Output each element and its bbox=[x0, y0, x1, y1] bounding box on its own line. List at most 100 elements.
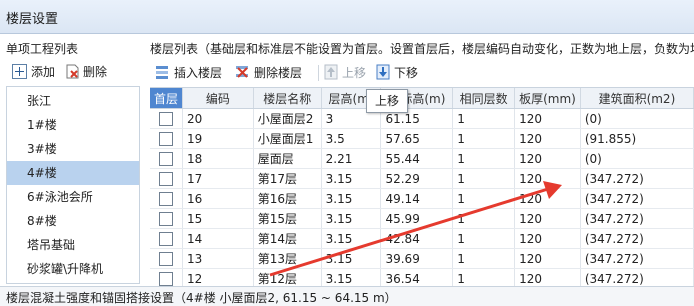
first-floor-checkbox[interactable] bbox=[159, 191, 173, 206]
cell-height[interactable]: 3.15 bbox=[321, 228, 382, 249]
cell-height[interactable]: 2.21 bbox=[321, 148, 382, 169]
cell-area[interactable]: (0) bbox=[580, 108, 694, 129]
building-item[interactable]: 3#楼 bbox=[7, 137, 139, 161]
building-item[interactable]: 塔吊基础 bbox=[7, 233, 139, 257]
cell-thick[interactable]: 120 bbox=[514, 268, 581, 287]
table-row[interactable]: 16 第16层 3.15 49.14 1 120 (347.272) bbox=[150, 188, 694, 209]
cell-same[interactable]: 1 bbox=[452, 168, 516, 189]
table-row[interactable]: 12 第12层 3.15 36.54 1 120 (347.272) bbox=[150, 268, 694, 287]
cell-area[interactable]: (347.272) bbox=[580, 228, 694, 249]
building-item[interactable]: 砂浆罐\升降机 bbox=[7, 257, 139, 281]
table-row[interactable]: 19 小屋面层1 3.5 57.65 1 120 (91.855) bbox=[150, 128, 694, 149]
cell-area[interactable]: (347.272) bbox=[580, 268, 694, 287]
building-item[interactable]: 8#楼 bbox=[7, 209, 139, 233]
cell-area[interactable]: (347.272) bbox=[580, 168, 694, 189]
cell-thick[interactable]: 120 bbox=[514, 168, 581, 189]
cell-height[interactable]: 3.5 bbox=[321, 128, 382, 149]
cell-elev[interactable]: 39.69 bbox=[380, 248, 454, 269]
column-header[interactable]: 首层 bbox=[150, 88, 184, 109]
cell-elev[interactable]: 36.54 bbox=[380, 268, 454, 287]
cell-same[interactable]: 1 bbox=[452, 148, 516, 169]
cell-code[interactable]: 14 bbox=[182, 228, 254, 249]
cell-height[interactable]: 3.15 bbox=[321, 248, 382, 269]
cell-elev[interactable]: 57.65 bbox=[380, 128, 454, 149]
cell-name[interactable]: 第15层 bbox=[253, 208, 322, 229]
cell-area[interactable]: (347.272) bbox=[580, 188, 694, 209]
cell-elev[interactable]: 49.14 bbox=[380, 188, 454, 209]
table-row[interactable]: 15 第15层 3.15 45.99 1 120 (347.272) bbox=[150, 208, 694, 229]
building-item[interactable]: 6#泳池会所 bbox=[7, 185, 139, 209]
delete-button[interactable]: 删除 bbox=[66, 60, 107, 82]
cell-name[interactable]: 小屋面层1 bbox=[253, 128, 322, 149]
first-floor-checkbox[interactable] bbox=[159, 131, 173, 146]
cell-elev[interactable]: 55.44 bbox=[380, 148, 454, 169]
cell-height[interactable]: 3.15 bbox=[321, 168, 382, 189]
first-floor-checkbox[interactable] bbox=[159, 171, 173, 186]
cell-code[interactable]: 20 bbox=[182, 108, 254, 129]
cell-thick[interactable]: 120 bbox=[514, 228, 581, 249]
table-row[interactable]: 20 小屋面层2 3 61.15 1 120 (0) bbox=[150, 108, 694, 129]
move-down-button[interactable]: 下移 bbox=[376, 61, 418, 83]
cell-code[interactable]: 15 bbox=[182, 208, 254, 229]
first-floor-checkbox[interactable] bbox=[159, 111, 173, 126]
cell-same[interactable]: 1 bbox=[452, 188, 516, 209]
cell-code[interactable]: 18 bbox=[182, 148, 254, 169]
cell-thick[interactable]: 120 bbox=[514, 208, 581, 229]
building-item[interactable]: 张江 bbox=[7, 89, 139, 113]
cell-same[interactable]: 1 bbox=[452, 268, 516, 287]
cell-elev[interactable]: 52.29 bbox=[380, 168, 454, 189]
column-header[interactable]: 板厚(mm) bbox=[514, 88, 581, 109]
first-floor-checkbox[interactable] bbox=[159, 211, 173, 226]
cell-height[interactable]: 3.15 bbox=[321, 268, 382, 287]
cell-name[interactable]: 屋面层 bbox=[253, 148, 322, 169]
delete-floor-button[interactable]: 删除楼层 bbox=[234, 61, 302, 83]
cell-same[interactable]: 1 bbox=[452, 208, 516, 229]
column-header[interactable]: 相同层数 bbox=[452, 88, 516, 109]
cell-code[interactable]: 13 bbox=[182, 248, 254, 269]
table-row[interactable]: 13 第13层 3.15 39.69 1 120 (347.272) bbox=[150, 248, 694, 269]
column-header[interactable]: 编码 bbox=[182, 88, 254, 109]
cell-name[interactable]: 第17层 bbox=[253, 168, 322, 189]
cell-code[interactable]: 16 bbox=[182, 188, 254, 209]
cell-name[interactable]: 第16层 bbox=[253, 188, 322, 209]
cell-same[interactable]: 1 bbox=[452, 128, 516, 149]
cell-same[interactable]: 1 bbox=[452, 108, 516, 129]
cell-area[interactable]: (347.272) bbox=[580, 248, 694, 269]
first-floor-checkbox[interactable] bbox=[159, 231, 173, 246]
cell-elev[interactable]: 42.84 bbox=[380, 228, 454, 249]
delete-floor-label: 删除楼层 bbox=[254, 65, 303, 80]
first-floor-checkbox[interactable] bbox=[159, 251, 173, 266]
cell-thick[interactable]: 120 bbox=[514, 148, 581, 169]
cell-same[interactable]: 1 bbox=[452, 248, 516, 269]
insert-floor-button[interactable]: 插入楼层 bbox=[154, 61, 222, 83]
cell-height[interactable]: 3.15 bbox=[321, 208, 382, 229]
cell-name[interactable]: 第13层 bbox=[253, 248, 322, 269]
table-row[interactable]: 18 屋面层 2.21 55.44 1 120 (0) bbox=[150, 148, 694, 169]
cell-code[interactable]: 17 bbox=[182, 168, 254, 189]
first-floor-checkbox[interactable] bbox=[159, 151, 173, 166]
building-item[interactable]: 1#楼 bbox=[7, 113, 139, 137]
cell-code[interactable]: 19 bbox=[182, 128, 254, 149]
column-header[interactable]: 楼层名称 bbox=[253, 88, 322, 109]
cell-thick[interactable]: 120 bbox=[514, 248, 581, 269]
cell-thick[interactable]: 120 bbox=[514, 128, 581, 149]
first-floor-checkbox[interactable] bbox=[159, 271, 173, 286]
cell-name[interactable]: 第12层 bbox=[253, 268, 322, 287]
cell-name[interactable]: 第14层 bbox=[253, 228, 322, 249]
cell-area[interactable]: (0) bbox=[580, 148, 694, 169]
table-row[interactable]: 14 第14层 3.15 42.84 1 120 (347.272) bbox=[150, 228, 694, 249]
table-row[interactable]: 17 第17层 3.15 52.29 1 120 (347.272) bbox=[150, 168, 694, 189]
building-item[interactable]: 4#楼 bbox=[7, 161, 139, 185]
cell-elev[interactable]: 45.99 bbox=[380, 208, 454, 229]
cell-area[interactable]: (91.855) bbox=[580, 128, 694, 149]
cell-same[interactable]: 1 bbox=[452, 228, 516, 249]
add-button[interactable]: 添加 bbox=[12, 60, 55, 82]
move-up-button[interactable]: 上移 bbox=[324, 61, 366, 83]
cell-thick[interactable]: 120 bbox=[514, 188, 581, 209]
cell-code[interactable]: 12 bbox=[182, 268, 254, 287]
cell-height[interactable]: 3.15 bbox=[321, 188, 382, 209]
cell-name[interactable]: 小屋面层2 bbox=[253, 108, 322, 129]
cell-area[interactable]: (347.272) bbox=[580, 208, 694, 229]
column-header[interactable]: 建筑面积(m2) bbox=[580, 88, 694, 109]
cell-thick[interactable]: 120 bbox=[514, 108, 581, 129]
